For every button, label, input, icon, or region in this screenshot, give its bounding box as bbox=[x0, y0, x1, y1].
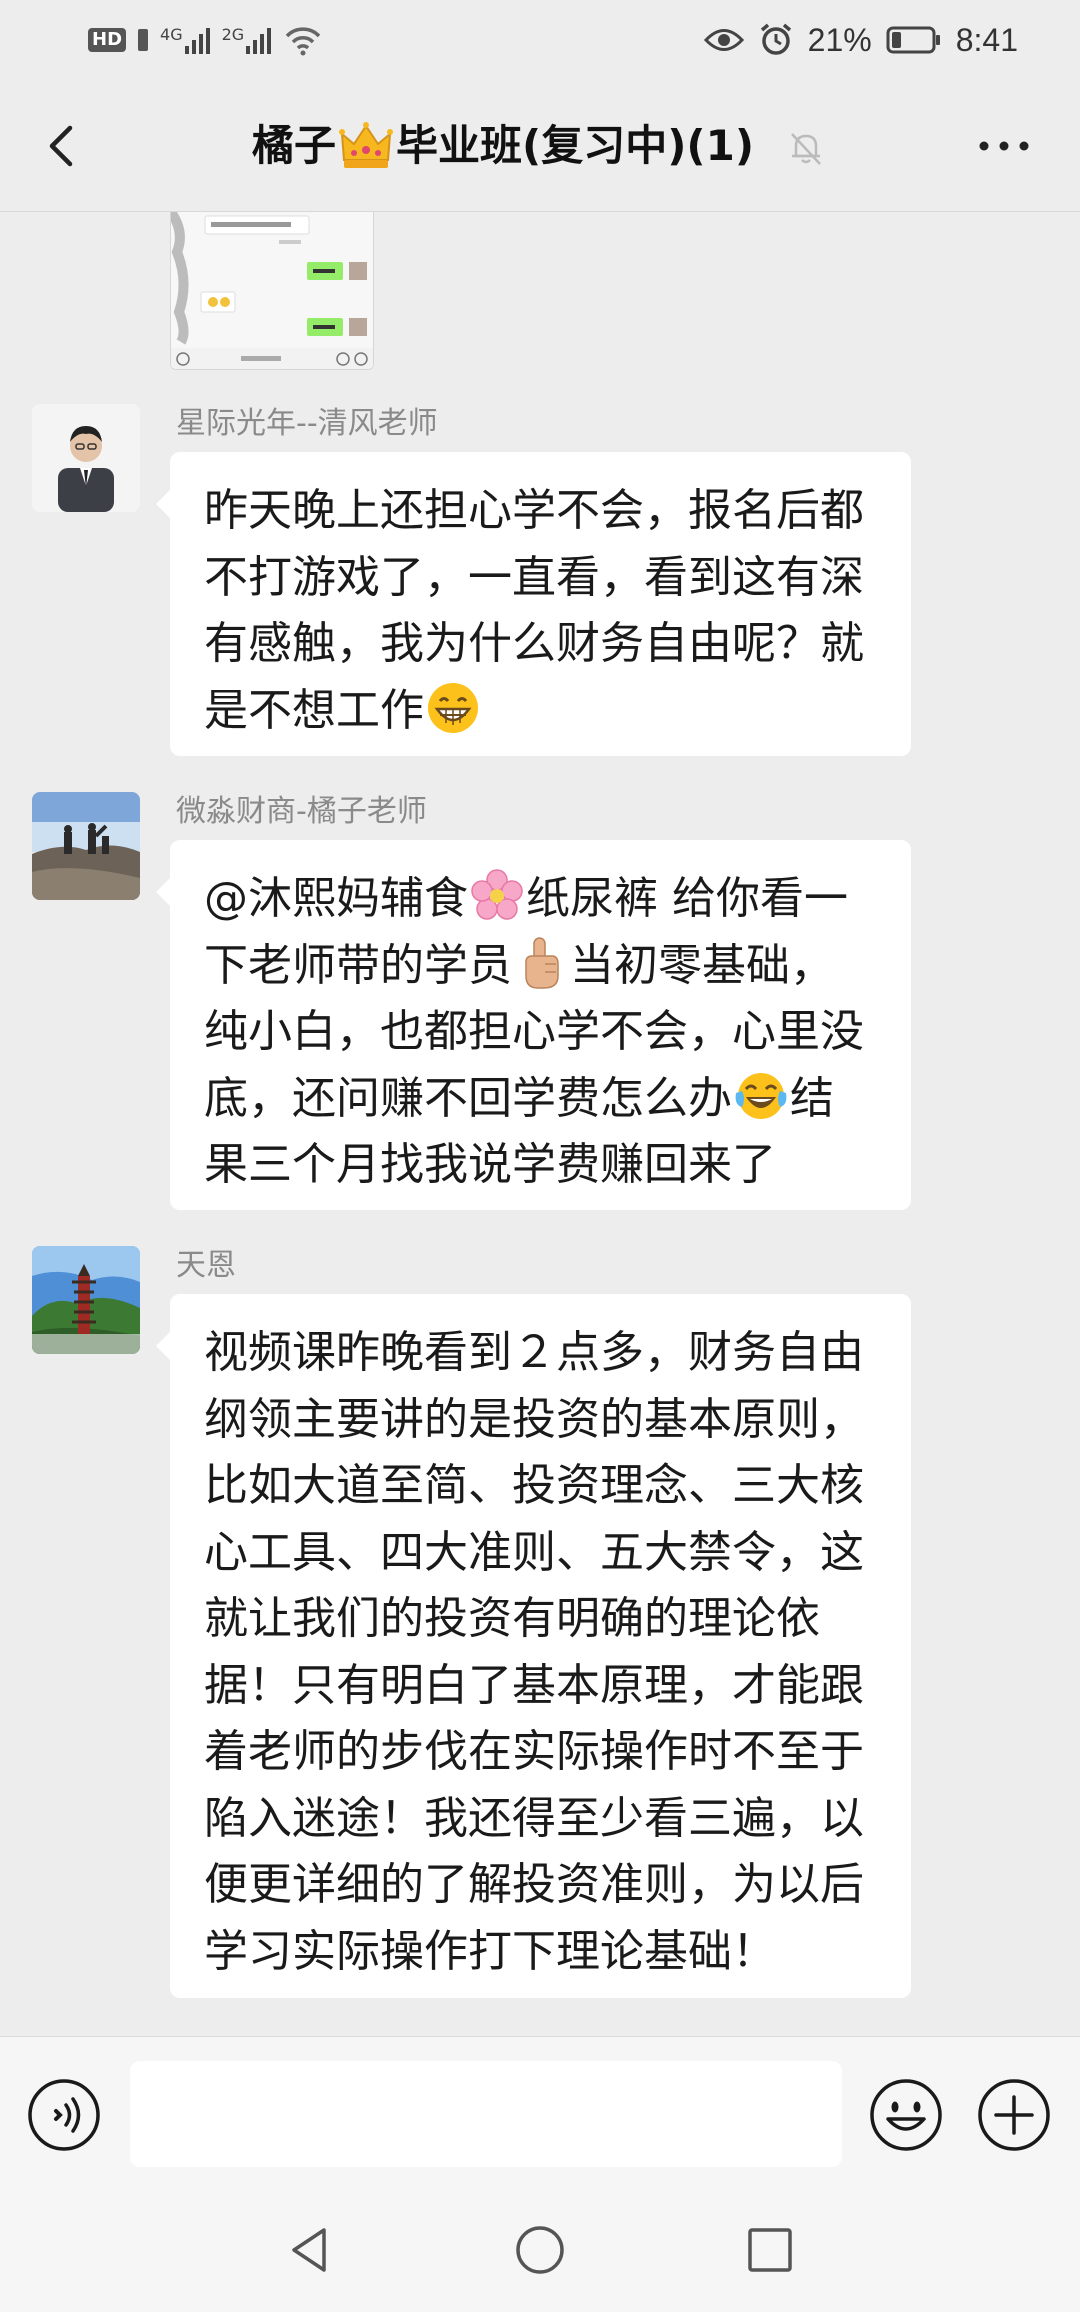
sender-name: 星际光年--清风老师 bbox=[176, 406, 438, 441]
message-line-text: 是不想工作 bbox=[204, 684, 424, 736]
system-nav-bar bbox=[0, 2190, 1080, 2312]
crown-emoji bbox=[339, 122, 394, 168]
message-line-text: 当初零基础， bbox=[570, 939, 834, 991]
sim1-icon bbox=[138, 29, 149, 51]
battery-icon bbox=[886, 26, 940, 54]
message-line: 果三个月找我说学费赚回来了 bbox=[204, 1139, 776, 1190]
sim2-network-label: 2G bbox=[221, 25, 245, 44]
nav-recent-icon[interactable] bbox=[740, 2220, 800, 2280]
message-line-with-emoji: 是不想工作 bbox=[204, 678, 881, 745]
avatar[interactable] bbox=[32, 1246, 140, 1354]
message-line-text: 结 bbox=[790, 1072, 834, 1124]
message-line: 昨天晚上还担心学不会，报名后都 bbox=[204, 485, 864, 536]
tears-of-joy-emoji bbox=[735, 1072, 787, 1119]
message-line: 纯小白，也都担心学不会，心里没 bbox=[204, 1006, 864, 1057]
sim1-signal-icon: 4G bbox=[160, 25, 210, 54]
grinning-face-emoji bbox=[428, 682, 478, 733]
message-line: 比如大道至简、投资理念、三大核 bbox=[204, 1460, 864, 1511]
sender-name: 天恩 bbox=[176, 1248, 236, 1283]
message-item: 微淼财商-橘子老师 @沐熙妈辅食 纸尿裤 给你看一 下老师带的学员 当初零基础，… bbox=[0, 792, 1080, 1212]
nav-back-icon[interactable] bbox=[280, 2220, 340, 2280]
wifi-icon bbox=[285, 27, 321, 56]
clock: 8:41 bbox=[955, 21, 1018, 58]
message-bubble[interactable]: 视频课昨晚看到２点多，财务自由 纲领主要讲的是投资的基本原则， 比如大道至简、投… bbox=[156, 1294, 911, 1998]
avatar[interactable] bbox=[32, 792, 140, 900]
input-bar bbox=[0, 2036, 1080, 2190]
pointing-up-emoji bbox=[525, 936, 559, 989]
image-message[interactable] bbox=[170, 212, 374, 370]
message-line: 视频课昨晚看到２点多，财务自由 bbox=[204, 1327, 864, 1378]
sender-name: 微淼财商-橘子老师 bbox=[176, 794, 427, 829]
emoji-icon[interactable] bbox=[868, 2077, 944, 2153]
message-line: 有感触，我为什么财务自由呢？就 bbox=[204, 618, 864, 669]
plus-icon[interactable] bbox=[976, 2077, 1052, 2153]
message-line-text: 底，还问赚不回学费怎么办 bbox=[204, 1072, 732, 1124]
chat-messages[interactable]: 星际光年--清风老师 昨天晚上还担心学不会，报名后都 不打游戏了，一直看，看到这… bbox=[0, 212, 1080, 2036]
message-line: 不打游戏了，一直看，看到这有深 bbox=[204, 551, 864, 603]
hd-badge: HD bbox=[88, 28, 127, 52]
nav-home-icon[interactable] bbox=[510, 2220, 570, 2280]
message-item: 天恩 视频课昨晚看到２点多，财务自由 纲领主要讲的是投资的基本原则， 比如大道至… bbox=[0, 1246, 1080, 1998]
message-line-text: @沐熙妈辅食 bbox=[204, 873, 468, 924]
message-item: 星际光年--清风老师 昨天晚上还担心学不会，报名后都 不打游戏了，一直看，看到这… bbox=[0, 404, 1080, 756]
message-line: 学习实际操作打下理论基础！ bbox=[204, 1925, 776, 1977]
message-bubble[interactable]: @沐熙妈辅食 纸尿裤 给你看一 下老师带的学员 当初零基础， 纯小白，也都担心学… bbox=[156, 840, 911, 1210]
message-line-with-emoji: 底，还问赚不回学费怎么办 结 bbox=[204, 1066, 881, 1133]
status-bar: HD 4G 2G 21% 8:41 bbox=[0, 0, 1080, 80]
message-line: 纲领主要讲的是投资的基本原则， bbox=[204, 1393, 864, 1445]
message-bubble[interactable]: 昨天晚上还担心学不会，报名后都 不打游戏了，一直看，看到这有深 有感触，我为什么… bbox=[156, 452, 911, 756]
chevron-left-icon[interactable] bbox=[30, 114, 94, 178]
message-line: 陷入迷途！我还得至少看三遍，以 bbox=[204, 1792, 864, 1844]
chat-screenshot-thumbnail bbox=[171, 212, 373, 369]
message-line: 心工具、四大准则、五大禁令，这 bbox=[204, 1526, 864, 1578]
eye-icon bbox=[703, 29, 744, 51]
sim2-signal-icon: 2G bbox=[221, 25, 272, 54]
message-line: 据！只有明白了基本原理，才能跟 bbox=[204, 1659, 864, 1711]
chat-title: 橘子 毕业班(复习中)(1) bbox=[252, 116, 754, 176]
cherry-blossom-emoji bbox=[471, 869, 523, 920]
battery-percent: 21% bbox=[807, 21, 872, 58]
chat-title-suffix: 毕业班(复习中)(1) bbox=[396, 121, 755, 170]
message-line-text: 下老师带的学员 bbox=[204, 939, 512, 991]
voice-icon[interactable] bbox=[26, 2077, 102, 2153]
message-line-text: 纸尿裤 给你看一 bbox=[526, 873, 848, 924]
message-line-with-emoji: 下老师带的学员 当初零基础， bbox=[204, 933, 881, 1000]
chat-title-prefix: 橘子 bbox=[252, 121, 337, 170]
more-dots-icon[interactable] bbox=[972, 120, 1036, 172]
message-line: 着老师的步伐在实际操作时不至于 bbox=[204, 1726, 864, 1777]
message-line-with-emoji: @沐熙妈辅食 纸尿裤 给你看一 bbox=[204, 866, 881, 933]
bell-off-icon bbox=[791, 133, 821, 165]
message-line: 就让我们的投资有明确的理论依 bbox=[204, 1593, 820, 1644]
message-line: 便更详细的了解投资准则，为以后 bbox=[204, 1859, 864, 1910]
alarm-icon bbox=[760, 23, 791, 55]
chat-header: 橘子 毕业班(复习中)(1) bbox=[0, 80, 1080, 212]
status-right: 21% 8:41 bbox=[703, 16, 1018, 64]
status-left: HD 4G 2G bbox=[88, 20, 323, 60]
sim1-network-label: 4G bbox=[160, 25, 183, 44]
message-input[interactable] bbox=[130, 2061, 842, 2167]
avatar[interactable] bbox=[32, 404, 140, 512]
